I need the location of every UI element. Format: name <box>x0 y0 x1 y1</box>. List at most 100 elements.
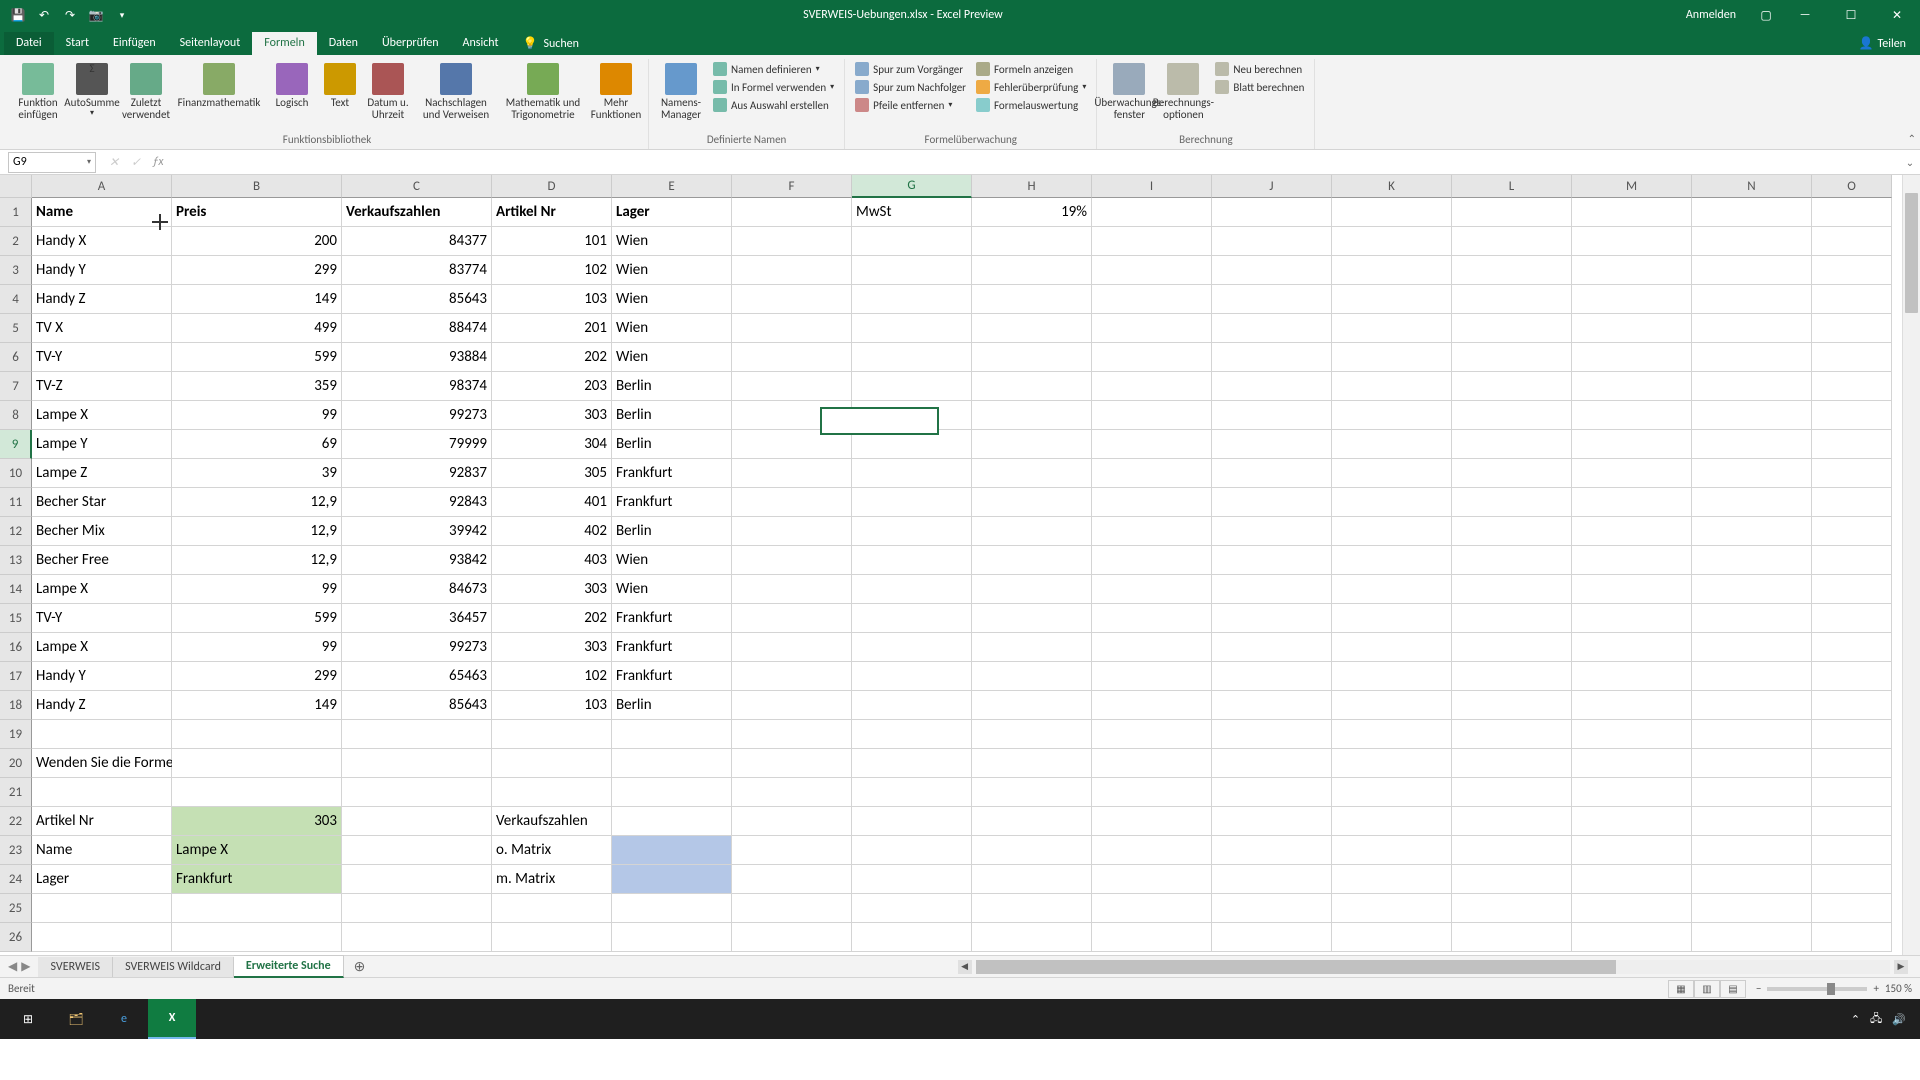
cell-A18[interactable]: Handy Z <box>32 691 172 720</box>
edge-icon[interactable]: e <box>100 999 148 1039</box>
cell-M25[interactable] <box>1572 894 1692 923</box>
signin-link[interactable]: Anmelden <box>1672 8 1750 22</box>
cell-D10[interactable]: 305 <box>492 459 612 488</box>
cell-M20[interactable] <box>1572 749 1692 778</box>
cell-A22[interactable]: Artikel Nr <box>32 807 172 836</box>
cell-O5[interactable] <box>1812 314 1892 343</box>
trace-dependents-button[interactable]: Spur zum Nachfolger <box>851 79 970 95</box>
cell-F3[interactable] <box>732 256 852 285</box>
cell-N16[interactable] <box>1692 633 1812 662</box>
logical-button[interactable]: Logisch <box>266 61 318 109</box>
cell-C12[interactable]: 39942 <box>342 517 492 546</box>
trace-precedents-button[interactable]: Spur zum Vorgänger <box>851 61 970 77</box>
cell-N19[interactable] <box>1692 720 1812 749</box>
cell-M19[interactable] <box>1572 720 1692 749</box>
spreadsheet-grid[interactable]: ABCDEFGHIJKLMNO 123456789101112131415161… <box>0 175 1920 955</box>
cell-A1[interactable]: Name <box>32 198 172 227</box>
cell-K1[interactable] <box>1332 198 1452 227</box>
cell-G13[interactable] <box>852 546 972 575</box>
cell-F20[interactable] <box>732 749 852 778</box>
cell-I13[interactable] <box>1092 546 1212 575</box>
cell-M6[interactable] <box>1572 343 1692 372</box>
cell-G1[interactable]: MwSt <box>852 198 972 227</box>
zoom-slider[interactable] <box>1767 987 1867 991</box>
calc-now-button[interactable]: Neu berechnen <box>1211 61 1308 77</box>
cell-G8[interactable] <box>852 401 972 430</box>
system-tray[interactable]: ⌃ 🖧 🔊 <box>1851 1010 1916 1029</box>
cell-J14[interactable] <box>1212 575 1332 604</box>
cell-B17[interactable]: 299 <box>172 662 342 691</box>
cell-A5[interactable]: TV X <box>32 314 172 343</box>
financial-button[interactable]: Finanzmathematik <box>174 61 264 109</box>
cell-F8[interactable] <box>732 401 852 430</box>
col-header-M[interactable]: M <box>1572 175 1692 198</box>
row-header-18[interactable]: 18 <box>0 691 32 720</box>
search-box[interactable]: 💡 Suchen <box>511 32 591 55</box>
redo-icon[interactable]: ↷ <box>58 3 82 27</box>
text-button[interactable]: Text <box>320 61 360 109</box>
cell-B8[interactable]: 99 <box>172 401 342 430</box>
cell-M1[interactable] <box>1572 198 1692 227</box>
cell-G12[interactable] <box>852 517 972 546</box>
cell-K24[interactable] <box>1332 865 1452 894</box>
horizontal-scrollbar[interactable]: ◀▶ <box>958 960 1908 974</box>
cell-B20[interactable] <box>172 749 342 778</box>
cell-K7[interactable] <box>1332 372 1452 401</box>
cell-D20[interactable] <box>492 749 612 778</box>
cell-L10[interactable] <box>1452 459 1572 488</box>
tab-start[interactable]: Start <box>54 32 101 55</box>
cell-K10[interactable] <box>1332 459 1452 488</box>
cell-D16[interactable]: 303 <box>492 633 612 662</box>
cell-K6[interactable] <box>1332 343 1452 372</box>
cell-K2[interactable] <box>1332 227 1452 256</box>
save-icon[interactable]: 💾 <box>6 3 30 27</box>
cell-A24[interactable]: Lager <box>32 865 172 894</box>
cell-F10[interactable] <box>732 459 852 488</box>
cell-E8[interactable]: Berlin <box>612 401 732 430</box>
cell-J21[interactable] <box>1212 778 1332 807</box>
cell-A13[interactable]: Becher Free <box>32 546 172 575</box>
cell-K13[interactable] <box>1332 546 1452 575</box>
cell-J10[interactable] <box>1212 459 1332 488</box>
cell-F6[interactable] <box>732 343 852 372</box>
cell-N6[interactable] <box>1692 343 1812 372</box>
cell-G11[interactable] <box>852 488 972 517</box>
cell-O21[interactable] <box>1812 778 1892 807</box>
cell-L5[interactable] <box>1452 314 1572 343</box>
cell-I8[interactable] <box>1092 401 1212 430</box>
cell-D18[interactable]: 103 <box>492 691 612 720</box>
row-header-22[interactable]: 22 <box>0 807 32 836</box>
cell-C8[interactable]: 99273 <box>342 401 492 430</box>
cell-H15[interactable] <box>972 604 1092 633</box>
cell-J24[interactable] <box>1212 865 1332 894</box>
error-checking-button[interactable]: Fehlerüberprüfung ▾ <box>972 79 1090 95</box>
cell-I17[interactable] <box>1092 662 1212 691</box>
col-header-D[interactable]: D <box>492 175 612 198</box>
cell-C23[interactable] <box>342 836 492 865</box>
cell-N22[interactable] <box>1692 807 1812 836</box>
cell-O11[interactable] <box>1812 488 1892 517</box>
cell-L8[interactable] <box>1452 401 1572 430</box>
cell-D4[interactable]: 103 <box>492 285 612 314</box>
enter-formula-icon[interactable]: ✓ <box>128 155 144 170</box>
view-pagelayout-button[interactable]: ▥ <box>1694 980 1720 998</box>
cell-D15[interactable]: 202 <box>492 604 612 633</box>
row-header-25[interactable]: 25 <box>0 894 32 923</box>
cell-N1[interactable] <box>1692 198 1812 227</box>
cell-J1[interactable] <box>1212 198 1332 227</box>
cell-K19[interactable] <box>1332 720 1452 749</box>
cell-N8[interactable] <box>1692 401 1812 430</box>
cell-F21[interactable] <box>732 778 852 807</box>
cell-N24[interactable] <box>1692 865 1812 894</box>
cell-F14[interactable] <box>732 575 852 604</box>
cell-C25[interactable] <box>342 894 492 923</box>
cell-A25[interactable] <box>32 894 172 923</box>
cell-H1[interactable]: 19% <box>972 198 1092 227</box>
cell-J20[interactable] <box>1212 749 1332 778</box>
zoom-out-button[interactable]: − <box>1756 982 1761 995</box>
row-header-13[interactable]: 13 <box>0 546 32 575</box>
cell-J22[interactable] <box>1212 807 1332 836</box>
cell-O18[interactable] <box>1812 691 1892 720</box>
formula-input[interactable] <box>176 152 1900 173</box>
cell-D3[interactable]: 102 <box>492 256 612 285</box>
